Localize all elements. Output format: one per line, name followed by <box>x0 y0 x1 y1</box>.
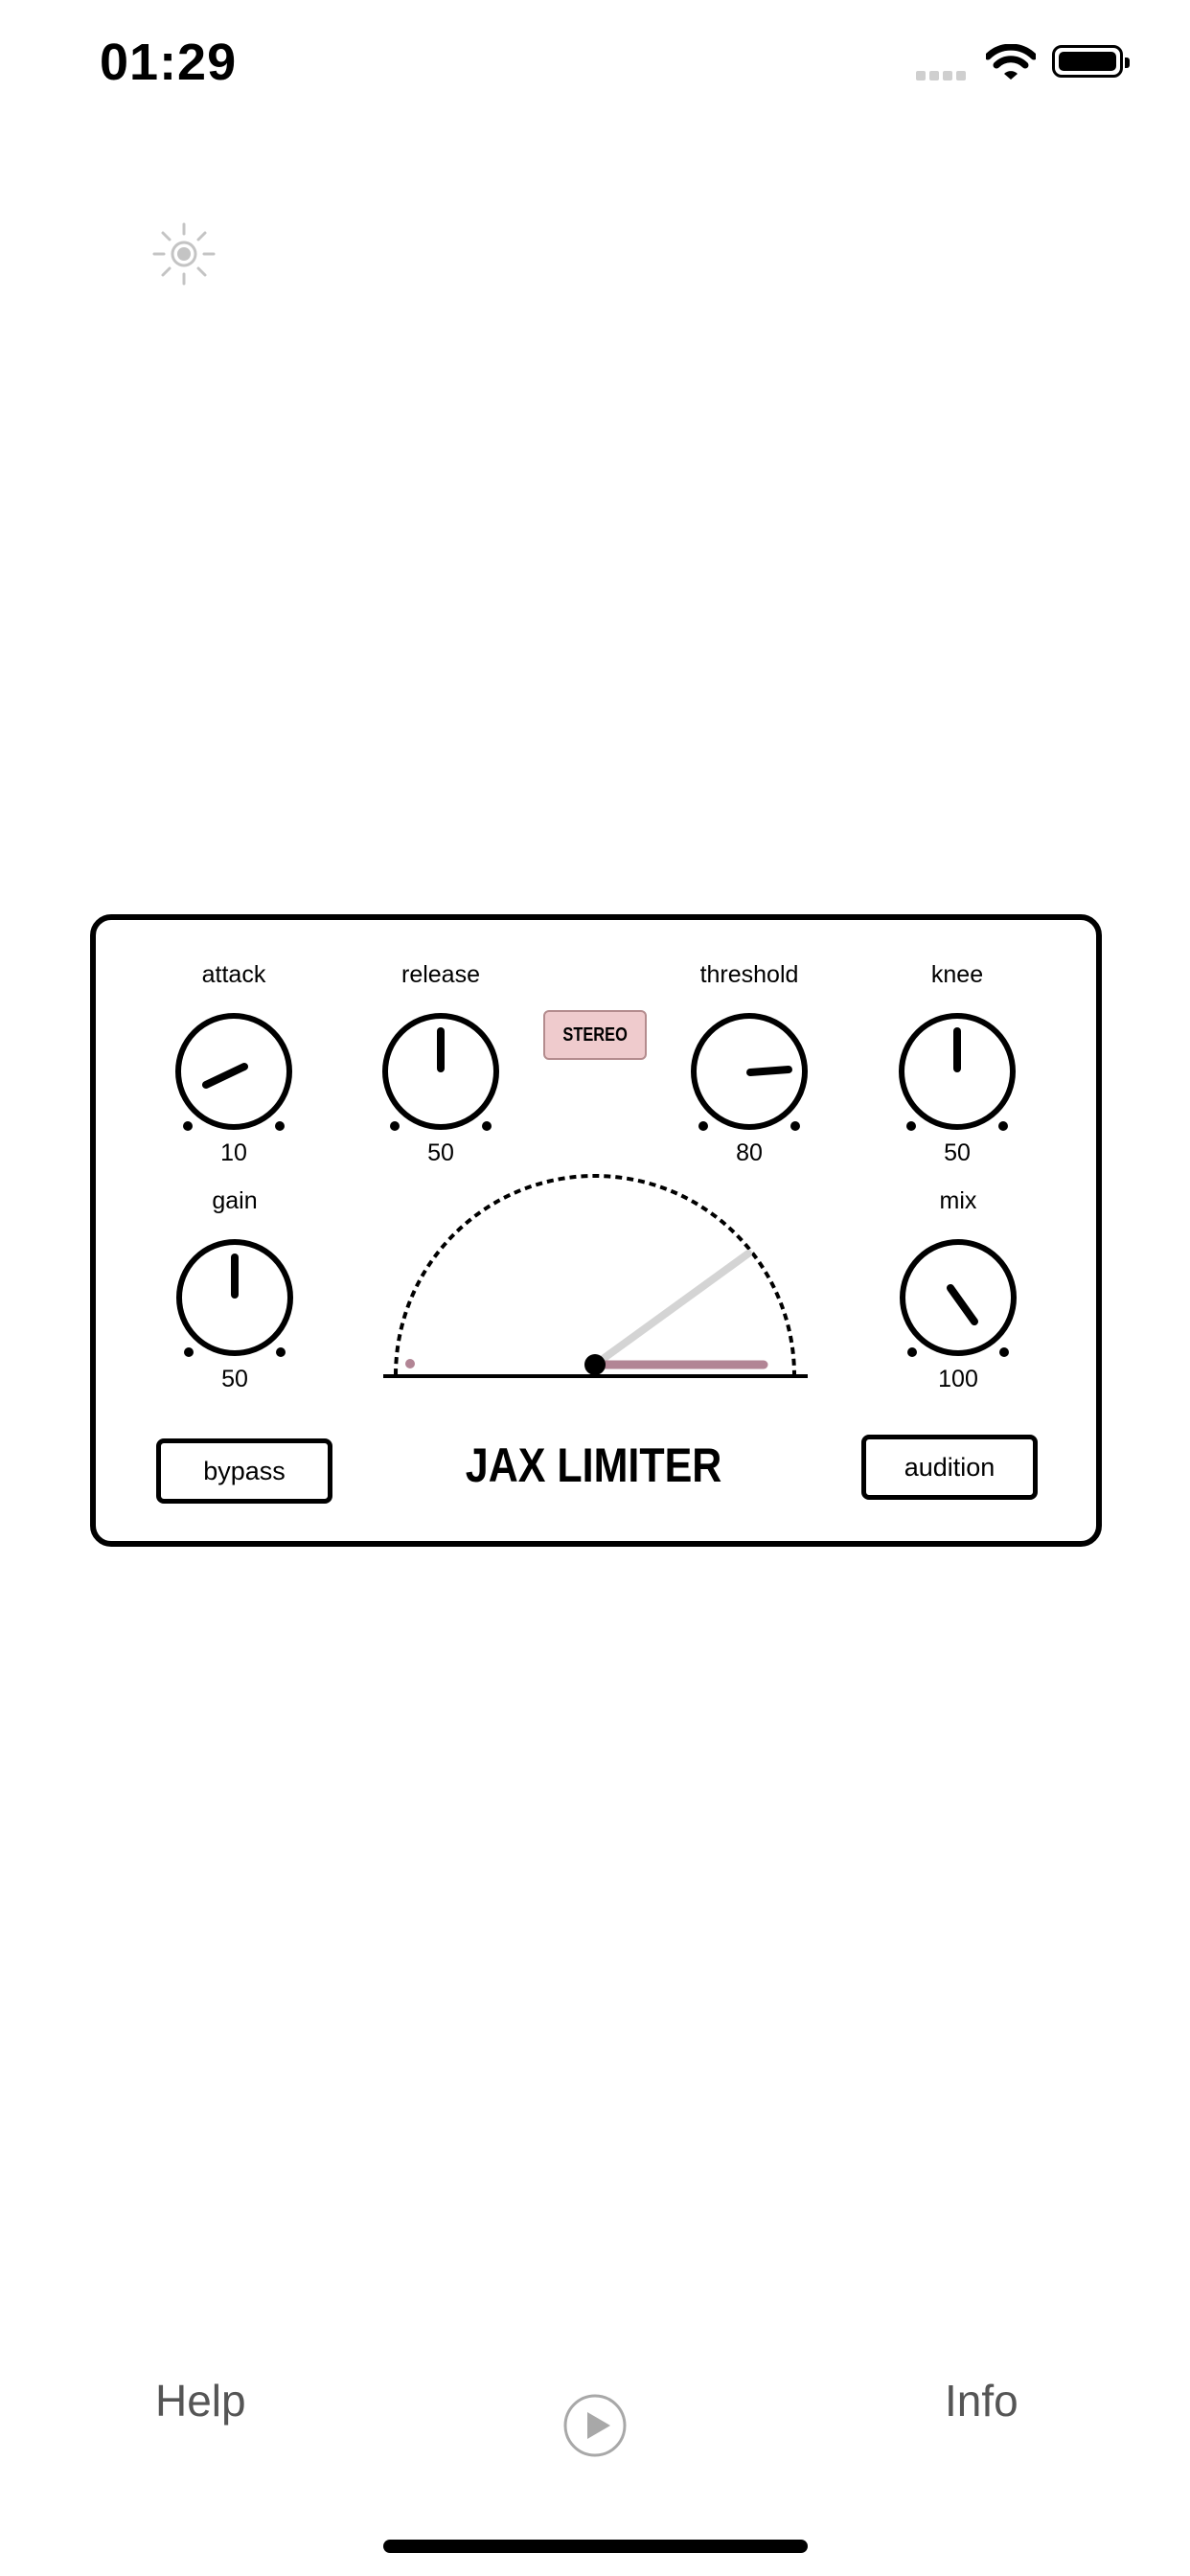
attack-value: 10 <box>220 1139 247 1166</box>
bypass-button[interactable]: bypass <box>156 1438 332 1504</box>
knee-value: 50 <box>944 1139 971 1166</box>
threshold-label: threshold <box>699 961 799 988</box>
mix-label: mix <box>939 1187 977 1214</box>
battery-full-icon <box>1052 45 1130 78</box>
meter-needle <box>591 1250 752 1368</box>
mix-value: 100 <box>938 1366 978 1392</box>
wifi-icon <box>984 43 1038 85</box>
stereo-label: STEREO <box>562 1024 628 1046</box>
sun-icon[interactable] <box>150 220 217 292</box>
help-button[interactable]: Help <box>155 2375 246 2426</box>
gain-reduction-meter <box>378 1160 812 1394</box>
gain-value: 50 <box>221 1366 248 1392</box>
plugin-title: JAX LIMITER <box>402 1438 786 1493</box>
gain-label: gain <box>212 1187 258 1214</box>
audition-button[interactable]: audition <box>861 1435 1038 1500</box>
play-icon[interactable] <box>562 2393 628 2463</box>
info-button[interactable]: Info <box>945 2375 1018 2426</box>
status-time: 01:29 <box>100 34 238 91</box>
home-indicator[interactable] <box>383 2540 808 2553</box>
release-label: release <box>401 961 480 988</box>
plugin-title-text: JAX LIMITER <box>466 1438 722 1492</box>
stereo-badge[interactable]: STEREO <box>543 1010 647 1060</box>
attack-label: attack <box>201 961 266 988</box>
signal-dots-icon <box>916 68 970 85</box>
knee-label: knee <box>930 961 984 988</box>
